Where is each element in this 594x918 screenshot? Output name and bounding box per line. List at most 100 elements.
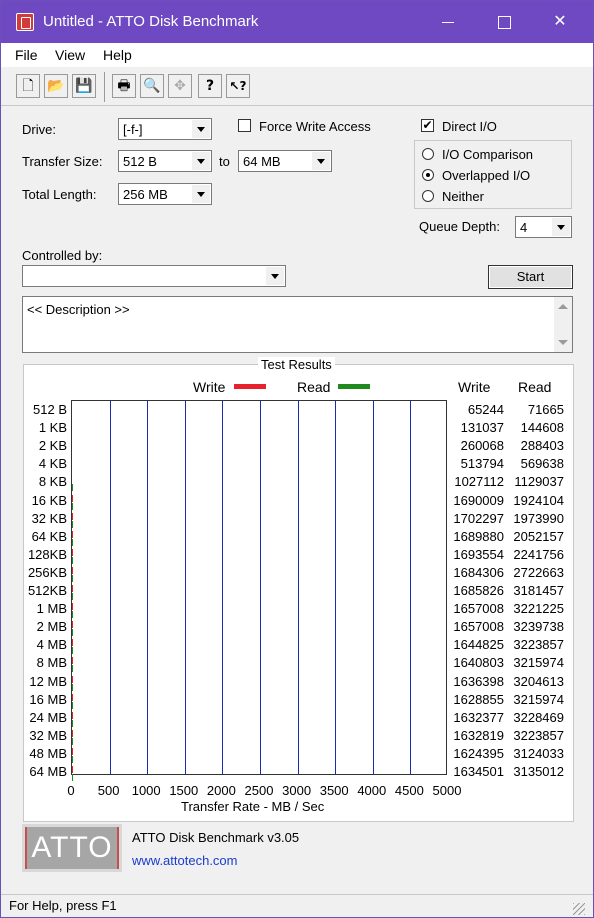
- print-icon[interactable]: 🖶: [112, 74, 136, 98]
- start-button[interactable]: Start: [488, 265, 573, 289]
- transfer-size-label: 16 KB: [31, 492, 67, 508]
- title-bar[interactable]: Untitled - ATTO Disk Benchmark ✕: [1, 1, 593, 43]
- x-tick-label: 1500: [169, 783, 199, 798]
- transfer-size-from-select[interactable]: 512 B: [118, 150, 212, 172]
- direct-io-checkbox[interactable]: ✔: [421, 119, 434, 132]
- read-value: 569638: [520, 456, 564, 472]
- write-value: 1634501: [453, 764, 504, 779]
- toolbar-separator: [104, 72, 105, 102]
- write-value: 1690009: [453, 492, 504, 508]
- write-value: 1693554: [453, 546, 504, 562]
- close-button[interactable]: ✕: [537, 1, 583, 43]
- x-tick-label: 500: [97, 783, 120, 798]
- read-value: 1924104: [513, 492, 564, 508]
- x-tick-label: 5000: [432, 783, 462, 798]
- write-value: 131037: [460, 420, 504, 436]
- x-axis-title: Transfer Rate - MB / Sec: [181, 799, 325, 814]
- menu-bar: File View Help: [1, 43, 593, 67]
- help-icon[interactable]: ?: [198, 74, 222, 98]
- gridline: [335, 401, 337, 774]
- context-help-icon[interactable]: ↖?: [226, 74, 250, 98]
- print-preview-icon[interactable]: 🔍: [140, 74, 164, 98]
- menu-help[interactable]: Help: [103, 47, 132, 63]
- drive-label: Drive:: [22, 122, 56, 137]
- legend-read-label: Read: [297, 379, 331, 395]
- app-icon: [16, 13, 34, 31]
- save-icon[interactable]: 💾: [72, 74, 96, 98]
- maximize-button[interactable]: [481, 1, 527, 43]
- write-value: 1624395: [453, 745, 504, 761]
- direct-io-label[interactable]: Direct I/O: [442, 119, 497, 134]
- chevron-down-icon[interactable]: [552, 218, 570, 236]
- x-tick-label: 3500: [319, 783, 349, 798]
- read-value: 144608: [520, 420, 564, 436]
- test-results-panel: Test Results Write Read Write Read 512 B…: [23, 357, 574, 822]
- chevron-down-icon[interactable]: [192, 185, 210, 203]
- website-link[interactable]: www.attotech.com: [132, 853, 238, 868]
- read-value: 3223857: [513, 637, 564, 653]
- chevron-down-icon[interactable]: [312, 152, 330, 170]
- total-length-select[interactable]: 256 MB: [118, 183, 212, 205]
- gridline: [260, 401, 261, 774]
- io-comparison-label[interactable]: I/O Comparison: [442, 147, 533, 162]
- transfer-size-label: 128KB: [27, 546, 67, 562]
- scroll-down-icon[interactable]: [558, 340, 568, 345]
- read-value: 1129037: [514, 474, 564, 490]
- transfer-size-label: 24 MB: [29, 709, 67, 725]
- menu-view[interactable]: View: [55, 47, 85, 63]
- toolbar-divider: [1, 105, 593, 106]
- queue-depth-select[interactable]: 4: [515, 216, 572, 238]
- overlapped-io-label[interactable]: Overlapped I/O: [442, 168, 530, 183]
- chevron-down-icon[interactable]: [192, 152, 210, 170]
- description-scrollbar[interactable]: [554, 297, 572, 352]
- chevron-down-icon[interactable]: [266, 267, 284, 285]
- transfer-size-to-value: 64 MB: [243, 154, 281, 169]
- move-icon[interactable]: ✥: [168, 74, 192, 98]
- transfer-size-label: 8 KB: [38, 474, 67, 490]
- atto-logo-text: ATTO: [27, 827, 117, 869]
- menu-file[interactable]: File: [15, 47, 38, 63]
- force-write-checkbox[interactable]: [238, 119, 251, 132]
- read-value: 3215974: [513, 655, 564, 671]
- read-value: 2052157: [513, 528, 564, 544]
- io-comparison-radio[interactable]: [422, 148, 434, 160]
- description-text: << Description >>: [27, 302, 130, 317]
- write-value: 1684306: [453, 564, 504, 580]
- open-icon[interactable]: 📂: [44, 74, 68, 98]
- status-bar: For Help, press F1: [1, 894, 593, 917]
- write-value: 1689880: [453, 528, 504, 544]
- gridline: [109, 401, 111, 774]
- read-column-header: Read: [518, 379, 552, 395]
- new-icon[interactable]: 🗋: [16, 74, 40, 98]
- queue-depth-value: 4: [520, 220, 528, 235]
- app-window: Untitled - ATTO Disk Benchmark ✕ File Vi…: [0, 0, 594, 918]
- transfer-size-label: 512KB: [27, 583, 67, 598]
- gridline: [184, 401, 186, 774]
- resize-grip-icon[interactable]: [573, 903, 585, 915]
- drive-select[interactable]: [-f-]: [118, 118, 212, 140]
- scroll-up-icon[interactable]: [558, 304, 568, 309]
- transfer-size-to-select[interactable]: 64 MB: [238, 150, 332, 172]
- gridline: [147, 401, 149, 774]
- write-column-header: Write: [458, 379, 491, 395]
- transfer-size-from-value: 512 B: [123, 154, 157, 169]
- neither-label[interactable]: Neither: [442, 189, 484, 204]
- transfer-size-label: 4 KB: [38, 456, 67, 472]
- force-write-label[interactable]: Force Write Access: [259, 119, 371, 134]
- read-value: 2722663: [513, 564, 564, 580]
- total-length-label: Total Length:: [22, 187, 97, 202]
- transfer-size-label: 64 MB: [29, 764, 67, 779]
- chevron-down-icon[interactable]: [192, 120, 210, 138]
- read-value: 3124033: [513, 745, 564, 761]
- read-value: 3135012: [513, 764, 564, 779]
- write-value: 1632819: [453, 727, 504, 743]
- overlapped-io-radio[interactable]: [422, 169, 434, 181]
- minimize-button[interactable]: [425, 1, 471, 43]
- product-version: ATTO Disk Benchmark v3.05: [132, 830, 300, 845]
- neither-radio[interactable]: [422, 190, 434, 202]
- description-textarea[interactable]: << Description >>: [22, 296, 573, 353]
- to-label: to: [219, 154, 230, 169]
- write-value: 260068: [460, 438, 504, 454]
- controlled-by-select[interactable]: [22, 265, 286, 287]
- write-value: 1628855: [453, 691, 504, 707]
